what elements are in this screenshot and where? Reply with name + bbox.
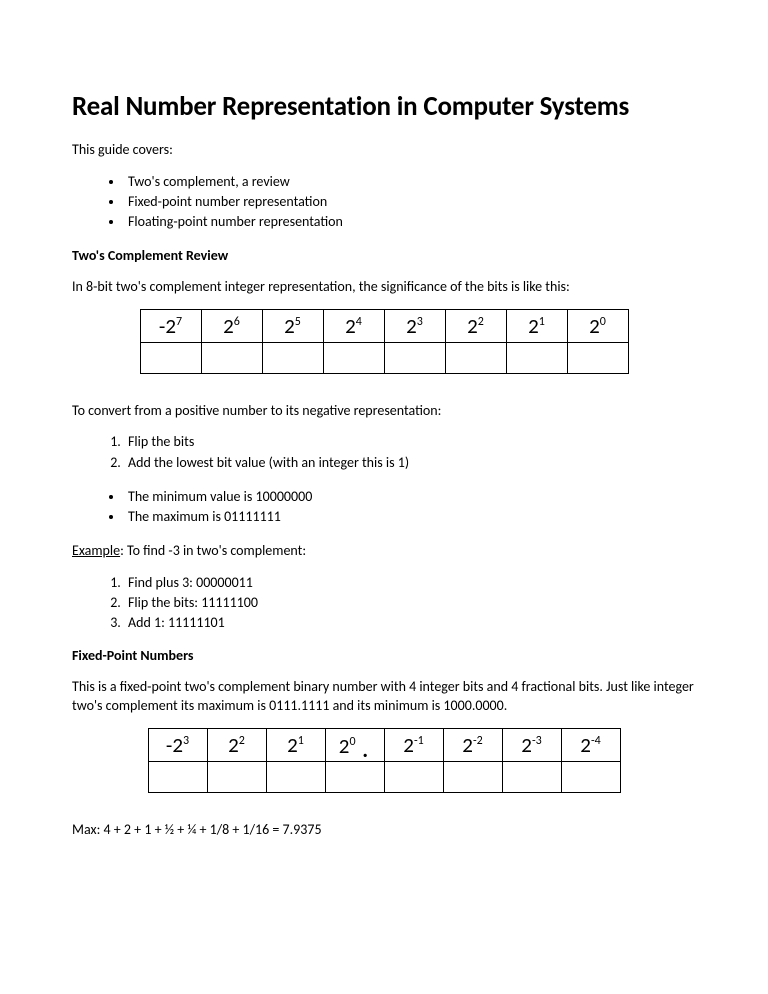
fixed-empty-cell — [384, 762, 443, 793]
document-page: Real Number Representation in Computer S… — [0, 0, 768, 912]
fixed-empty-cell — [266, 762, 325, 793]
fixed-bit-cell: 2-1 — [384, 729, 443, 762]
covers-item: Two's complement, a review — [124, 172, 696, 192]
section-heading-twos-complement: Two's Complement Review — [72, 247, 696, 266]
bit-cell: 23 — [384, 309, 445, 342]
fixed-empty-cell — [443, 762, 502, 793]
fixed-bit-cell: 20 . — [325, 729, 384, 762]
bit-cell: 25 — [262, 309, 323, 342]
example-step: Flip the bits: 11111100 — [124, 593, 696, 613]
bit-cell: 21 — [506, 309, 567, 342]
intro-text: This guide covers: — [72, 141, 696, 160]
example-label: Example — [72, 542, 120, 559]
covers-list: Two's complement, a reviewFixed-point nu… — [72, 172, 696, 233]
bit-empty-cell — [384, 342, 445, 373]
example-line: Example: To find -3 in two's complement: — [72, 542, 696, 561]
example-tail: : To find -3 in two's complement: — [120, 542, 306, 559]
bit-empty-cell — [323, 342, 384, 373]
bit-empty-cell — [140, 342, 201, 373]
convert-steps-list: Flip the bitsAdd the lowest bit value (w… — [72, 432, 696, 473]
bits8-table: -2726252423222120 — [140, 309, 629, 374]
fixed-empty-cell — [325, 762, 384, 793]
fixed-bits-table: -23222120 .2-12-22-32-4 — [148, 728, 621, 793]
minmax-list: The minimum value is 10000000The maximum… — [72, 487, 696, 528]
covers-item: Floating-point number representation — [124, 212, 696, 232]
minmax-item: The maximum is 01111111 — [124, 507, 696, 527]
example-step: Add 1: 11111101 — [124, 613, 696, 633]
fixed-bit-cell: -23 — [148, 729, 207, 762]
fixed-empty-cell — [148, 762, 207, 793]
convert-step: Flip the bits — [124, 432, 696, 452]
section2-text: This is a fixed-point two's complement b… — [72, 678, 696, 716]
fixed-empty-cell — [207, 762, 266, 793]
bit-cell: 20 — [567, 309, 628, 342]
fixed-bit-cell: 2-2 — [443, 729, 502, 762]
bit-cell: 22 — [445, 309, 506, 342]
section1-text: In 8-bit two's complement integer repres… — [72, 278, 696, 297]
fixed-bit-cell: 2-3 — [502, 729, 561, 762]
example-steps-list: Find plus 3: 00000011Flip the bits: 1111… — [72, 573, 696, 634]
fixed-empty-cell — [502, 762, 561, 793]
convert-step: Add the lowest bit value (with an intege… — [124, 453, 696, 473]
covers-item: Fixed-point number representation — [124, 192, 696, 212]
bit-empty-cell — [201, 342, 262, 373]
fixed-empty-cell — [561, 762, 620, 793]
convert-intro: To convert from a positive number to its… — [72, 402, 696, 421]
bit-cell: 26 — [201, 309, 262, 342]
section-heading-fixed-point: Fixed-Point Numbers — [72, 647, 696, 666]
fixed-bit-cell: 22 — [207, 729, 266, 762]
max-line: Max: 4 + 2 + 1 + ½ + ¼ + 1/8 + 1/16 = 7.… — [72, 821, 696, 840]
example-step: Find plus 3: 00000011 — [124, 573, 696, 593]
bit-empty-cell — [567, 342, 628, 373]
minmax-item: The minimum value is 10000000 — [124, 487, 696, 507]
bit-empty-cell — [445, 342, 506, 373]
bit-cell: -27 — [140, 309, 201, 342]
bit-cell: 24 — [323, 309, 384, 342]
fixed-bit-cell: 2-4 — [561, 729, 620, 762]
bit-empty-cell — [262, 342, 323, 373]
bit-empty-cell — [506, 342, 567, 373]
fixed-bit-cell: 21 — [266, 729, 325, 762]
page-title: Real Number Representation in Computer S… — [72, 90, 696, 123]
